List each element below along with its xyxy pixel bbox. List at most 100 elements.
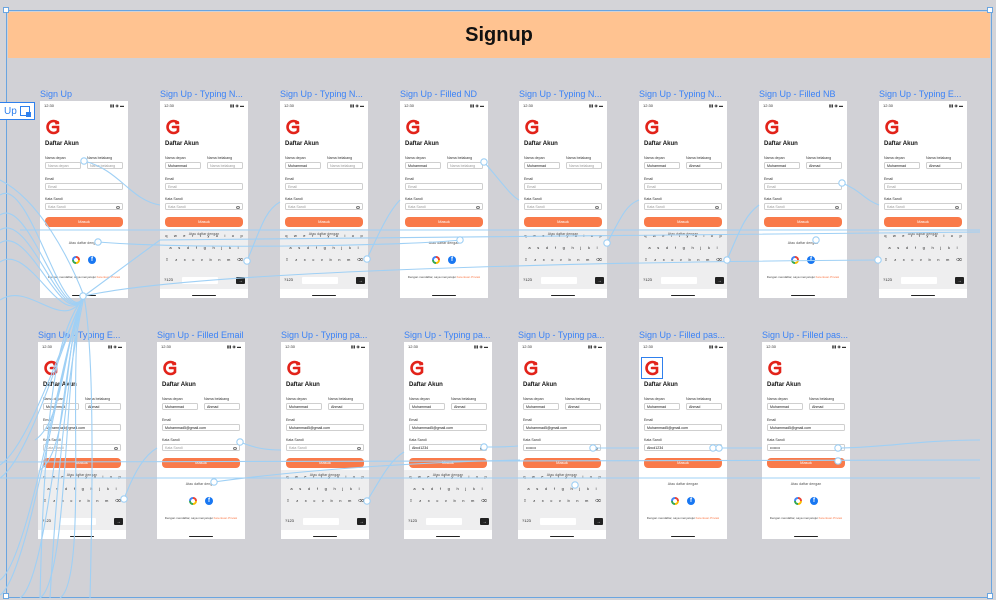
email-field[interactable]: Email <box>45 183 123 190</box>
key[interactable]: z <box>894 257 896 265</box>
password-field[interactable]: Kata Sandi <box>162 444 240 451</box>
eye-icon[interactable] <box>595 205 599 209</box>
key[interactable]: x <box>184 257 186 265</box>
frame-label[interactable]: Sign Up - Filled NB <box>759 89 847 99</box>
key[interactable]: j <box>342 486 343 494</box>
submit-button[interactable]: Masuk <box>162 458 240 468</box>
key[interactable]: c <box>192 257 194 265</box>
key[interactable]: m <box>348 498 351 506</box>
key[interactable]: k <box>708 245 710 253</box>
key[interactable]: x <box>62 498 64 506</box>
key[interactable]: k <box>587 486 589 494</box>
eye-icon[interactable] <box>715 205 719 209</box>
phone-screen[interactable]: 12:30 ▮▮ ◉ ▬ Daftar Akun Nama depan Nama bel… <box>404 342 492 539</box>
key[interactable]: k <box>350 486 352 494</box>
facebook-icon[interactable]: f <box>448 256 456 264</box>
first-name-field[interactable]: Muhammad <box>644 403 680 410</box>
google-icon[interactable] <box>794 497 802 505</box>
key[interactable]: c <box>550 498 552 506</box>
key[interactable]: b <box>329 257 331 265</box>
phone-screen[interactable]: 12:30 ▮▮ ◉ ▬ Daftar Akun Nama depan Nama bel… <box>38 342 126 539</box>
key[interactable]: k <box>107 486 109 494</box>
space-key[interactable] <box>60 518 96 525</box>
key[interactable]: v <box>559 498 561 506</box>
on-screen-keyboard[interactable]: q w e r t y u i o p a s d f g h j k l ⇧ z x c v b n m ⌫ ?123 → <box>280 229 368 289</box>
key[interactable]: f <box>915 245 916 253</box>
key[interactable]: x <box>542 498 544 506</box>
key[interactable]: h <box>333 245 335 253</box>
key[interactable]: ⌫ <box>115 498 121 506</box>
phone-screen[interactable]: 12:30 ▮▮ ◉ ▬ Daftar Akun Nama depan Nama bel… <box>400 101 488 298</box>
key[interactable]: a <box>888 245 890 253</box>
key-numbers[interactable]: ?123 <box>164 277 173 285</box>
key[interactable]: l <box>597 245 598 253</box>
key[interactable]: n <box>96 498 98 506</box>
eye-icon[interactable] <box>838 446 842 450</box>
key[interactable]: v <box>322 498 324 506</box>
key[interactable]: ⇧ <box>285 257 288 265</box>
key[interactable]: a <box>47 486 49 494</box>
email-field[interactable]: Muhammad5@gmail.com <box>644 424 722 431</box>
key-numbers[interactable]: ?123 <box>408 518 417 526</box>
eye-icon[interactable] <box>116 205 120 209</box>
last-name-field[interactable]: Ahmad <box>926 162 962 169</box>
frame-label[interactable]: Sign Up - Filled pas... <box>762 330 850 340</box>
key[interactable]: v <box>201 257 203 265</box>
key[interactable]: x <box>304 257 306 265</box>
submit-button[interactable]: Masuk <box>767 458 845 468</box>
resize-handle-bottom-right[interactable] <box>987 593 993 599</box>
key[interactable]: m <box>347 257 350 265</box>
key[interactable]: l <box>957 245 958 253</box>
key[interactable]: ⇧ <box>409 498 412 506</box>
password-field[interactable]: Kata Sandi <box>524 203 602 210</box>
key[interactable]: v <box>445 498 447 506</box>
key[interactable]: l <box>482 486 483 494</box>
key[interactable]: v <box>680 257 682 265</box>
first-name-field[interactable]: Muhammad <box>165 162 201 169</box>
key[interactable]: v <box>79 498 81 506</box>
phone-screen[interactable]: 12:30 ▮▮ ◉ ▬ Daftar Akun Nama depan Nama bel… <box>639 342 727 539</box>
key[interactable]: l <box>717 245 718 253</box>
key[interactable]: m <box>227 257 230 265</box>
key[interactable]: b <box>330 498 332 506</box>
key[interactable]: j <box>580 245 581 253</box>
key-numbers[interactable]: ?123 <box>643 277 652 285</box>
key[interactable]: d <box>906 245 908 253</box>
submit-button[interactable]: Masuk <box>285 217 363 227</box>
frame-label[interactable]: Sign Up - Typing N... <box>519 89 607 99</box>
first-name-field[interactable]: Muhammad <box>524 162 560 169</box>
last-name-field[interactable]: Ahmad <box>565 403 601 410</box>
key[interactable]: g <box>562 486 564 494</box>
email-field[interactable]: Muhammad5@gmail.com <box>162 424 240 431</box>
key[interactable]: a <box>169 245 171 253</box>
key[interactable]: v <box>920 257 922 265</box>
key[interactable]: s <box>178 245 180 253</box>
key[interactable]: ⇧ <box>43 498 46 506</box>
key[interactable]: c <box>436 498 438 506</box>
key[interactable]: a <box>413 486 415 494</box>
key[interactable]: z <box>175 257 177 265</box>
email-field[interactable]: Email <box>644 183 722 190</box>
first-name-field[interactable]: Muhammad <box>409 403 445 410</box>
frame-label[interactable]: Sign Up - Typing pa... <box>281 330 369 340</box>
submit-button[interactable]: Masuk <box>286 458 364 468</box>
key[interactable]: j <box>700 245 701 253</box>
key[interactable]: s <box>537 245 539 253</box>
key[interactable]: ⌫ <box>237 257 243 265</box>
key[interactable]: s <box>422 486 424 494</box>
key[interactable]: b <box>567 498 569 506</box>
password-field[interactable]: Abcd1234 <box>644 444 722 451</box>
key[interactable]: m <box>706 257 709 265</box>
key[interactable]: n <box>462 498 464 506</box>
go-key[interactable]: → <box>595 277 604 284</box>
key[interactable]: l <box>238 245 239 253</box>
eye-icon[interactable] <box>594 446 598 450</box>
key[interactable]: l <box>596 486 597 494</box>
last-name-field[interactable]: Nama belakang <box>327 162 363 169</box>
key[interactable]: b <box>209 257 211 265</box>
key[interactable]: c <box>312 257 314 265</box>
eye-icon[interactable] <box>357 446 361 450</box>
first-name-field[interactable]: Muhammad <box>405 162 441 169</box>
email-field[interactable]: Muhammad5@gmail.com <box>523 424 601 431</box>
go-key[interactable]: → <box>480 518 489 525</box>
